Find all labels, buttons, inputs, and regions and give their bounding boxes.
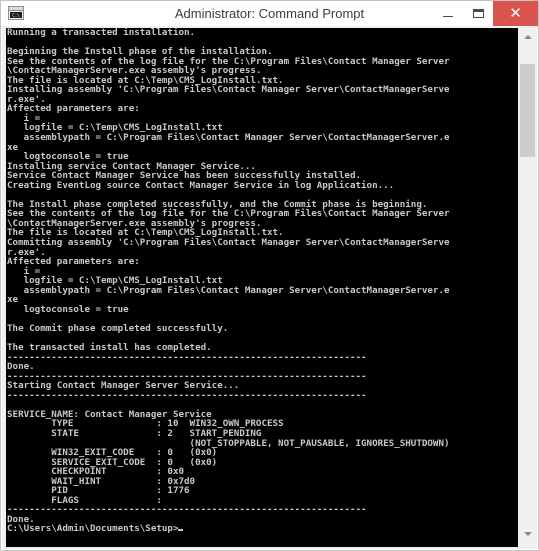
window-controls: ✕ xyxy=(433,1,538,26)
chevron-up-icon xyxy=(523,34,532,39)
minimize-button[interactable] xyxy=(433,1,463,26)
console-area: Running a transacted installation. Begin… xyxy=(2,26,537,550)
icon-prompt-glyph: C:\_ xyxy=(12,13,23,19)
title-bar[interactable]: C:\_ Administrator: Command Prompt ✕ xyxy=(1,1,538,27)
maximize-button[interactable] xyxy=(463,1,493,26)
close-icon: ✕ xyxy=(509,5,522,22)
command-prompt-icon[interactable]: C:\_ xyxy=(8,6,24,20)
console-scrollbar[interactable] xyxy=(518,26,536,550)
console-log: Running a transacted installation. Begin… xyxy=(7,28,450,525)
text-cursor xyxy=(178,529,184,532)
scrollbar-thumb[interactable] xyxy=(520,64,535,157)
icon-console-body: C:\_ xyxy=(10,12,23,19)
close-button[interactable]: ✕ xyxy=(493,1,538,26)
minimize-icon xyxy=(443,15,453,17)
maximize-icon xyxy=(472,9,484,18)
command-prompt-string: C:\Users\Admin\Documents\Setup> xyxy=(7,523,179,535)
window-bottom-edge xyxy=(2,549,539,550)
command-prompt-window: C:\_ Administrator: Command Prompt ✕ Run… xyxy=(0,0,539,551)
icon-titlebar-strip xyxy=(9,7,23,11)
console-output-text: Running a transacted installation. Begin… xyxy=(7,28,450,534)
scroll-up-button[interactable] xyxy=(519,28,536,45)
console-output-surface[interactable]: Running a transacted installation. Begin… xyxy=(5,28,519,547)
chevron-down-icon xyxy=(523,531,532,536)
scroll-down-button[interactable] xyxy=(519,525,536,542)
